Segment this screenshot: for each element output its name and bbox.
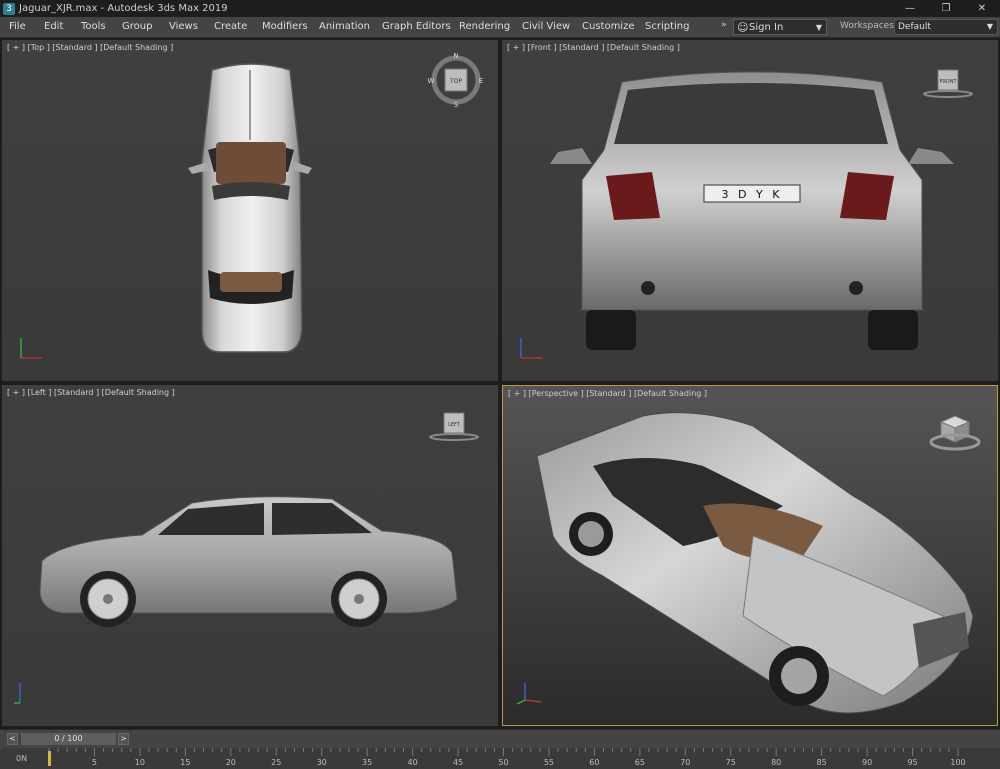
viewcube-label: LEFT: [448, 422, 461, 428]
ruler-tick-label: 90: [862, 758, 873, 767]
menu-graph-editors[interactable]: Graph Editors: [382, 17, 451, 37]
minimize-button[interactable]: —: [892, 0, 928, 17]
ruler-tick-label: 80: [771, 758, 782, 767]
sign-in-label: Sign In: [749, 21, 784, 33]
compass-north: N: [453, 52, 458, 60]
compass-south: S: [454, 101, 459, 108]
menu-edit[interactable]: Edit: [44, 17, 63, 37]
window-title: Jaguar_XJR.max - Autodesk 3ds Max 2019: [19, 3, 228, 14]
menu-bar: File Edit Tools Group Views Create Modif…: [0, 17, 1000, 37]
ruler-tick-label: 60: [589, 758, 600, 767]
app-icon[interactable]: 3: [3, 2, 15, 15]
viewcube-label: FRONT: [939, 79, 957, 85]
chevron-down-icon: ▼: [815, 22, 822, 32]
ruler-tick-label: 30: [316, 758, 327, 767]
ruler-tick-label: 50: [498, 758, 509, 767]
ruler-tick-label: 100: [950, 758, 966, 767]
chevron-down-icon: ▼: [986, 22, 993, 31]
ruler-tick-label: 25: [271, 758, 282, 767]
time-slider-bar: < 0 / 100 >: [0, 730, 1000, 748]
workspaces-label: Workspaces:: [840, 21, 897, 31]
viewcube-icon[interactable]: TOP N S E W: [428, 52, 484, 108]
viewport-area: [ + ] [Top ] [Standard ] [Default Shadin…: [0, 38, 1000, 729]
menu-group[interactable]: Group: [122, 17, 152, 37]
ruler-tick-label: 75: [725, 758, 736, 767]
car-perspective-view: [536, 412, 974, 714]
axis-tripod-icon: [20, 338, 42, 359]
axis-tripod-icon: [520, 338, 542, 359]
ruler-tick-label: 5: [91, 758, 97, 767]
axis-tripod-icon: [516, 683, 542, 705]
workspaces-value: Default: [898, 22, 931, 32]
menu-customize[interactable]: Customize: [582, 17, 635, 37]
ruler-tick-label: 65: [634, 758, 645, 767]
car-top-view: [188, 63, 312, 353]
menu-tools[interactable]: Tools: [81, 17, 106, 37]
user-icon: ☺: [737, 20, 749, 34]
viewcube-icon[interactable]: [927, 410, 983, 458]
ruler-tick-label: 40: [407, 758, 418, 767]
menu-overflow-icon[interactable]: »: [721, 20, 727, 30]
axis-tripod-icon: [14, 683, 21, 704]
viewport-left[interactable]: [ + ] [Left ] [Standard ] [Default Shadi…: [2, 385, 498, 726]
ruler-tick-label: 35: [362, 758, 373, 767]
menu-views[interactable]: Views: [169, 17, 198, 37]
frame-counter[interactable]: 0 / 100: [21, 733, 116, 745]
compass-west: W: [428, 77, 435, 85]
menu-scripting[interactable]: Scripting: [645, 17, 689, 37]
ruler-tick-label: 20: [225, 758, 236, 767]
menu-modifiers[interactable]: Modifiers: [262, 17, 308, 37]
viewcube-label: TOP: [449, 78, 462, 85]
title-bar: 3 Jaguar_XJR.max - Autodesk 3ds Max 2019…: [0, 0, 1000, 17]
car-left-view: [39, 496, 458, 627]
restore-button[interactable]: ❐: [928, 0, 964, 17]
ruler-tick-label: 85: [816, 758, 827, 767]
license-plate: 3 D Y K: [722, 188, 783, 201]
menu-create[interactable]: Create: [214, 17, 247, 37]
time-marker[interactable]: [48, 751, 51, 766]
menu-rendering[interactable]: Rendering: [459, 17, 510, 37]
sign-in-dropdown[interactable]: ☺ Sign In ▼: [733, 19, 827, 35]
ruler-corner-label: 0N: [16, 754, 28, 763]
ruler-tick-label: 70: [680, 758, 691, 767]
window-controls: — ❐ ✕: [892, 0, 1000, 17]
next-frame-button[interactable]: >: [118, 733, 129, 745]
ruler-tick-label: 15: [180, 758, 191, 767]
app-window: 3 Jaguar_XJR.max - Autodesk 3ds Max 2019…: [0, 0, 1000, 769]
viewport-front[interactable]: [ + ] [Front ] [Standard ] [Default Shad…: [502, 40, 998, 381]
menu-file[interactable]: File: [9, 17, 26, 37]
ruler-tick-label: 55: [543, 758, 555, 767]
menu-animation[interactable]: Animation: [319, 17, 370, 37]
viewcube-icon[interactable]: LEFT: [426, 409, 482, 449]
ruler-tick-label: 95: [907, 758, 918, 767]
viewcube-icon[interactable]: FRONT: [920, 66, 976, 106]
ruler-tick-label: 45: [452, 758, 464, 767]
workspaces-select[interactable]: Default ▼: [894, 19, 998, 35]
viewport-perspective[interactable]: [ + ] [Perspective ] [Standard ] [Defaul…: [502, 385, 998, 726]
ruler-tick-label: 10: [134, 758, 145, 767]
viewport-top[interactable]: [ + ] [Top ] [Standard ] [Default Shadin…: [2, 40, 498, 381]
compass-east: E: [479, 77, 483, 85]
menu-civil-view[interactable]: Civil View: [522, 17, 570, 37]
timeline-ruler[interactable]: 0N 5 10 15 20 25 30 35 40 45 50 55 60 65 70 75 80 85 90 95…: [0, 748, 1000, 769]
prev-frame-button[interactable]: <: [7, 733, 18, 745]
close-button[interactable]: ✕: [964, 0, 1000, 17]
